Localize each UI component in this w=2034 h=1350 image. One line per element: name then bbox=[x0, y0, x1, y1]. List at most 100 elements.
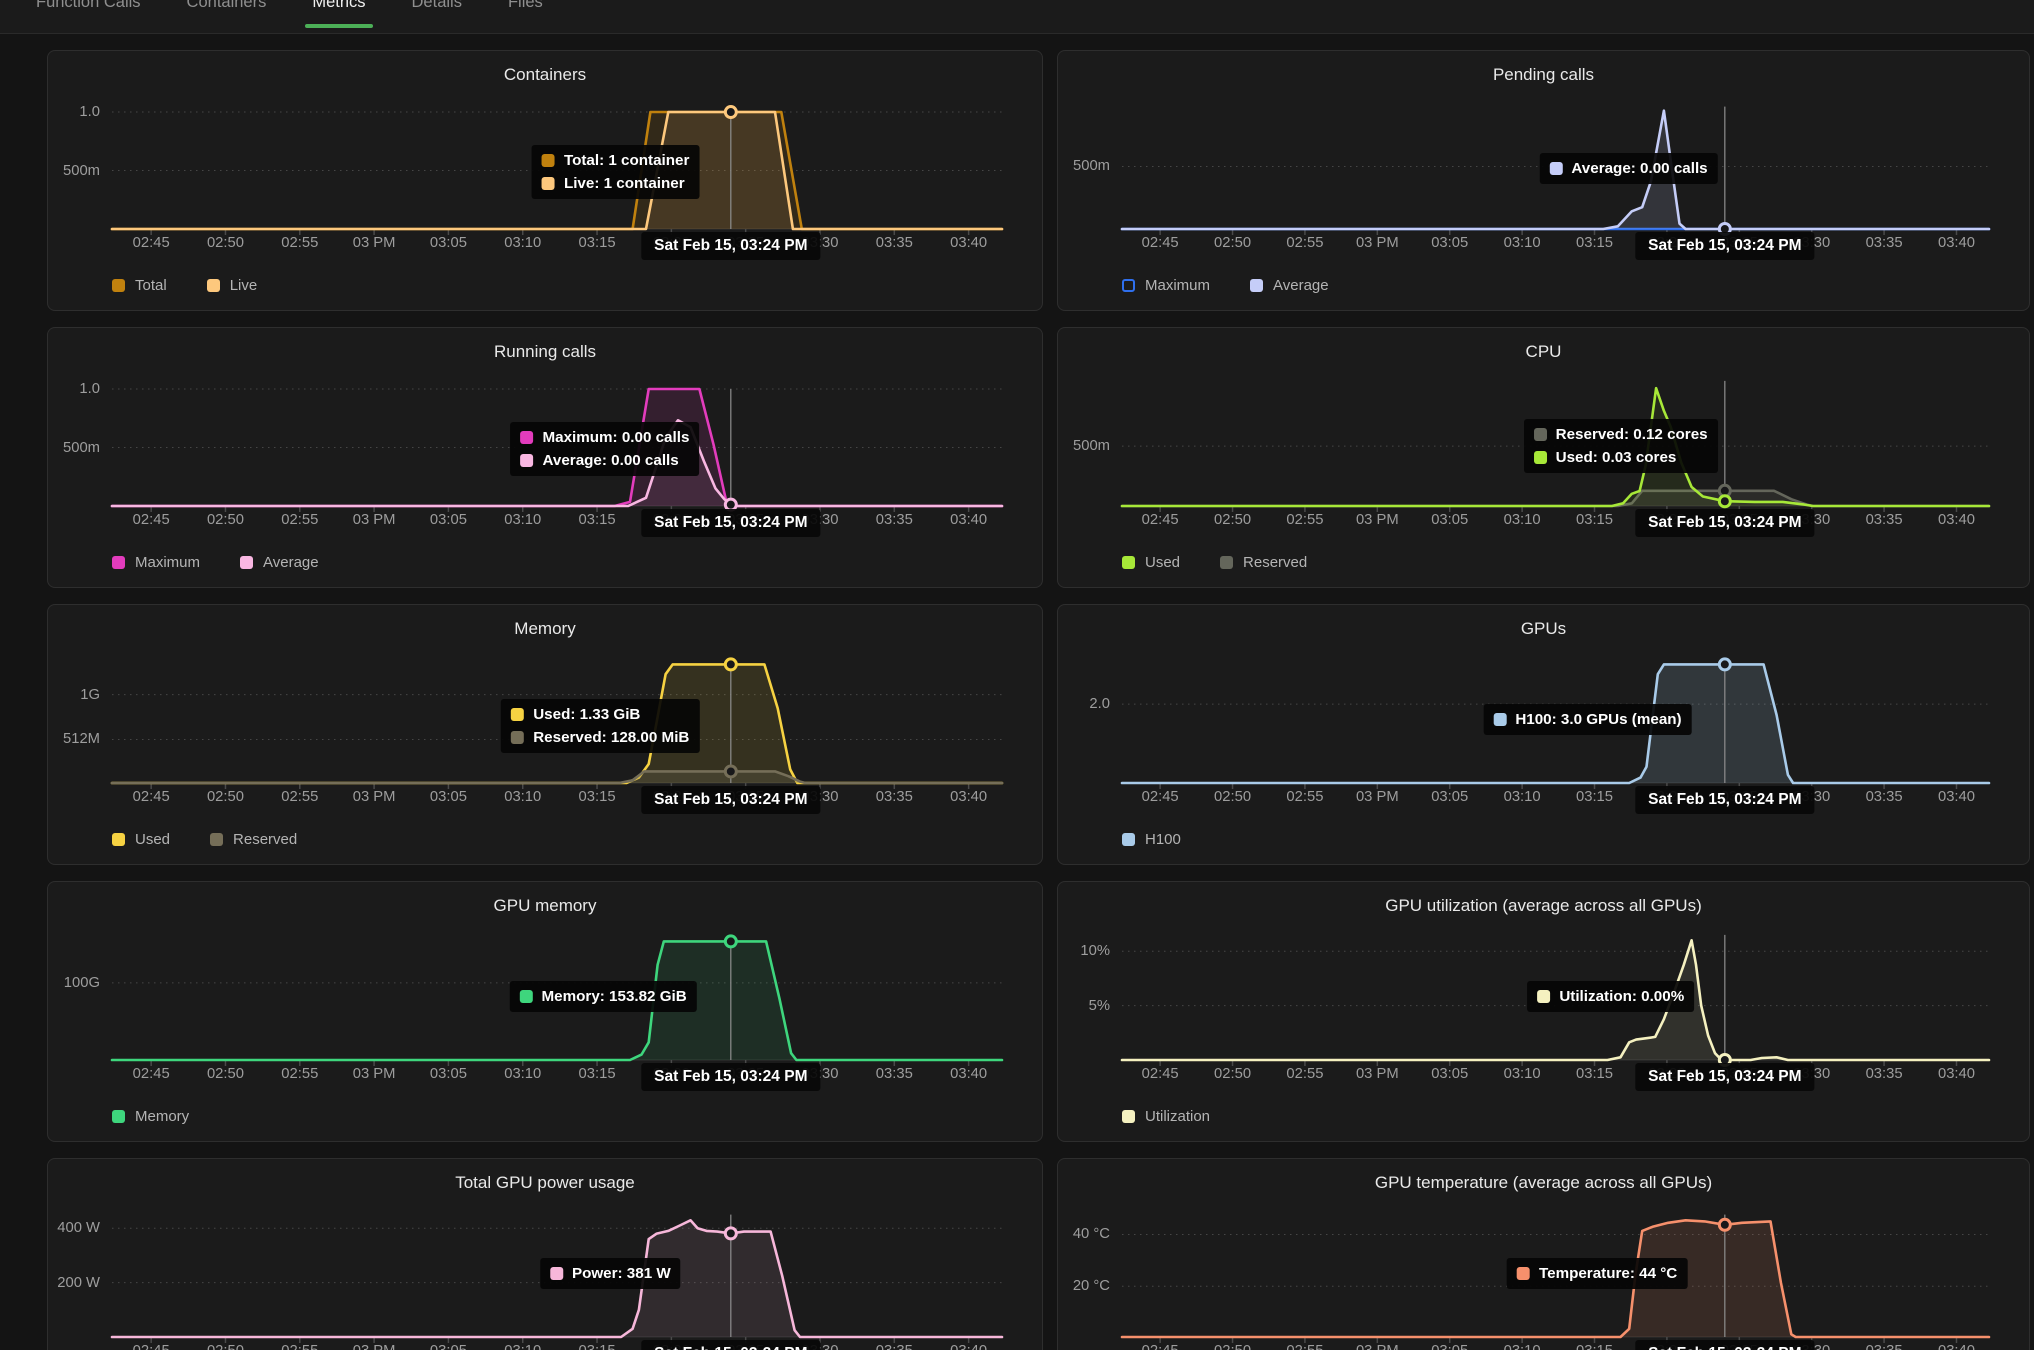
chart-plot-area[interactable]: 2.0 02:4502:5002:5503 PM03:0503:1003:150… bbox=[1058, 647, 2029, 819]
x-axis-tick-label: 03:40 bbox=[1938, 1066, 1975, 1082]
series-color-swatch-icon bbox=[520, 990, 533, 1003]
series-tooltip: Reserved: 0.12 coresUsed: 0.03 cores bbox=[1524, 419, 1718, 473]
x-axis-tick-label: 03 PM bbox=[1356, 789, 1399, 805]
x-axis-tick-label: 02:45 bbox=[133, 235, 170, 251]
chart-plot-area[interactable]: 1G512M 02:4502:5002:5503 PM03:0503:1003:… bbox=[48, 647, 1042, 819]
tab-files[interactable]: Files bbox=[508, 0, 543, 34]
x-axis-tick-label: 03:05 bbox=[1431, 789, 1468, 805]
x-axis-tick-label: 02:45 bbox=[1142, 789, 1179, 805]
legend-item-h100[interactable]: H100 bbox=[1122, 831, 1181, 848]
y-axis-tick-label: 100G bbox=[48, 973, 100, 993]
time-tooltip: Sat Feb 15, 03:24 PM bbox=[1635, 509, 1814, 537]
legend-item-used[interactable]: Used bbox=[1122, 554, 1180, 571]
y-axis-tick-label: 500m bbox=[1058, 156, 1110, 176]
x-axis-tick-label: 03:10 bbox=[504, 235, 541, 251]
x-axis-tick-label: 02:55 bbox=[281, 1066, 318, 1082]
chart-card: Memory 1G512M 02:4502:5002:5503 PM03:050… bbox=[47, 604, 1043, 865]
legend-label: Total bbox=[135, 277, 167, 294]
tooltip-text: Power: 381 W bbox=[572, 1265, 671, 1282]
x-axis-tick-label: 02:55 bbox=[281, 512, 318, 528]
y-axis-labels: 500m bbox=[1058, 93, 1114, 229]
x-axis-tick-label: 03:15 bbox=[579, 1343, 616, 1350]
chart-title: GPU temperature (average across all GPUs… bbox=[1058, 1171, 2029, 1195]
tooltip-row: Used: 1.33 GiB bbox=[511, 706, 689, 723]
chart-title: Memory bbox=[48, 617, 1042, 641]
legend-item-memory[interactable]: Memory bbox=[112, 1108, 189, 1125]
chart-plot-area[interactable]: 40 °C20 °C 02:4502:5002:5503 PM03:0503:1… bbox=[1058, 1201, 2029, 1350]
chart-title: GPU memory bbox=[48, 894, 1042, 918]
legend-item-used[interactable]: Used bbox=[112, 831, 170, 848]
x-axis-tick-label: 03:10 bbox=[504, 789, 541, 805]
y-axis-labels: 2.0 bbox=[1058, 647, 1114, 783]
chart-legend: H100 bbox=[1122, 831, 2029, 848]
x-axis-tick-label: 03 PM bbox=[353, 1066, 396, 1082]
legend-color-swatch-icon bbox=[1122, 1110, 1135, 1123]
x-axis-tick-label: 03:10 bbox=[504, 512, 541, 528]
legend-color-swatch-icon bbox=[207, 279, 220, 292]
chart-legend: Used Reserved bbox=[1122, 554, 2029, 571]
legend-color-swatch-icon bbox=[112, 279, 125, 292]
time-tooltip: Sat Feb 15, 03:24 PM bbox=[641, 786, 820, 814]
x-axis-tick-label: 03:40 bbox=[1938, 235, 1975, 251]
y-axis-tick-label: 1.0 bbox=[48, 379, 100, 399]
series-color-swatch-icon bbox=[542, 177, 555, 190]
y-axis-tick-label: 2.0 bbox=[1058, 694, 1110, 714]
chart-title: Running calls bbox=[48, 340, 1042, 364]
chart-plot-area[interactable]: 10%5% 02:4502:5002:5503 PM03:0503:1003:1… bbox=[1058, 924, 2029, 1096]
legend-label: Maximum bbox=[1145, 277, 1210, 294]
x-axis-tick-label: 03 PM bbox=[353, 789, 396, 805]
legend-item-average[interactable]: Average bbox=[1250, 277, 1329, 294]
legend-label: Average bbox=[1273, 277, 1329, 294]
x-axis-tick-label: 03:05 bbox=[1431, 1066, 1468, 1082]
y-axis-tick-label: 20 °C bbox=[1058, 1276, 1110, 1296]
tab-function-calls[interactable]: Function Calls bbox=[36, 0, 141, 34]
x-axis-tick-label: 02:50 bbox=[1214, 1066, 1251, 1082]
series-color-swatch-icon bbox=[1549, 162, 1562, 175]
chart-card: GPU temperature (average across all GPUs… bbox=[1057, 1158, 2030, 1350]
chart-plot-area[interactable]: 500m 02:4502:5002:5503 PM03:0503:1003:15… bbox=[1058, 93, 2029, 265]
tab-label: Containers bbox=[187, 0, 267, 12]
tab-details[interactable]: Details bbox=[412, 0, 462, 34]
legend-label: Used bbox=[135, 831, 170, 848]
y-axis-labels: 100G bbox=[48, 924, 104, 1060]
x-axis-tick-label: 02:50 bbox=[207, 1343, 244, 1350]
y-axis-tick-label: 1.0 bbox=[48, 102, 100, 122]
tab-metrics[interactable]: Metrics bbox=[312, 0, 365, 34]
legend-item-total[interactable]: Total bbox=[112, 277, 167, 294]
y-axis-labels: 40 °C20 °C bbox=[1058, 1201, 1114, 1337]
legend-item-reserved[interactable]: Reserved bbox=[210, 831, 297, 848]
chart-plot-area[interactable]: 1.0500m 02:4502:5002:5503 PM03:0503:1003… bbox=[48, 93, 1042, 265]
tab-label: Function Calls bbox=[36, 0, 141, 12]
legend-item-live[interactable]: Live bbox=[207, 277, 258, 294]
chart-plot-area[interactable]: 500m 02:4502:5002:5503 PM03:0503:1003:15… bbox=[1058, 370, 2029, 542]
legend-item-utilization[interactable]: Utilization bbox=[1122, 1108, 1210, 1125]
series-color-swatch-icon bbox=[1537, 990, 1550, 1003]
legend-item-average[interactable]: Average bbox=[240, 554, 319, 571]
tooltip-row: Reserved: 128.00 MiB bbox=[511, 729, 689, 746]
x-axis-tick-label: 02:50 bbox=[1214, 1343, 1251, 1350]
x-axis-labels: 02:4502:5002:5503 PM03:0503:1003:1503:20… bbox=[48, 1066, 1042, 1090]
legend-item-reserved[interactable]: Reserved bbox=[1220, 554, 1307, 571]
x-axis-tick-label: 03 PM bbox=[1356, 1066, 1399, 1082]
time-tooltip: Sat Feb 15, 03:24 PM bbox=[1635, 1340, 1814, 1350]
x-axis-tick-label: 02:50 bbox=[1214, 789, 1251, 805]
chart-legend: Utilization bbox=[1122, 1108, 2029, 1125]
chart-plot-area[interactable]: 100G 02:4502:5002:5503 PM03:0503:1003:15… bbox=[48, 924, 1042, 1096]
legend-item-maximum[interactable]: Maximum bbox=[1122, 277, 1210, 294]
tooltip-text: Temperature: 44 °C bbox=[1539, 1265, 1677, 1282]
charts-grid: Containers 1.0500m 02:4502:5002:5503 PM0… bbox=[0, 34, 2034, 1350]
chart-card: GPUs 2.0 02:4502:5002:5503 PM03:0503:100… bbox=[1057, 604, 2030, 865]
tab-containers[interactable]: Containers bbox=[187, 0, 267, 34]
tooltip-row: Average: 0.00 calls bbox=[1549, 160, 1707, 177]
legend-item-maximum[interactable]: Maximum bbox=[112, 554, 200, 571]
series-color-swatch-icon bbox=[521, 454, 534, 467]
tooltip-text: Reserved: 128.00 MiB bbox=[533, 729, 689, 746]
tooltip-row: Average: 0.00 calls bbox=[521, 452, 690, 469]
x-axis-tick-label: 02:45 bbox=[1142, 512, 1179, 528]
chart-plot-area[interactable]: 1.0500m 02:4502:5002:5503 PM03:0503:1003… bbox=[48, 370, 1042, 542]
chart-plot-area[interactable]: 400 W200 W 02:4502:5002:5503 PM03:0503:1… bbox=[48, 1201, 1042, 1350]
time-tooltip: Sat Feb 15, 03:24 PM bbox=[1635, 786, 1814, 814]
x-axis-tick-label: 02:50 bbox=[207, 789, 244, 805]
series-color-swatch-icon bbox=[511, 708, 524, 721]
x-axis-tick-label: 03:35 bbox=[876, 235, 913, 251]
